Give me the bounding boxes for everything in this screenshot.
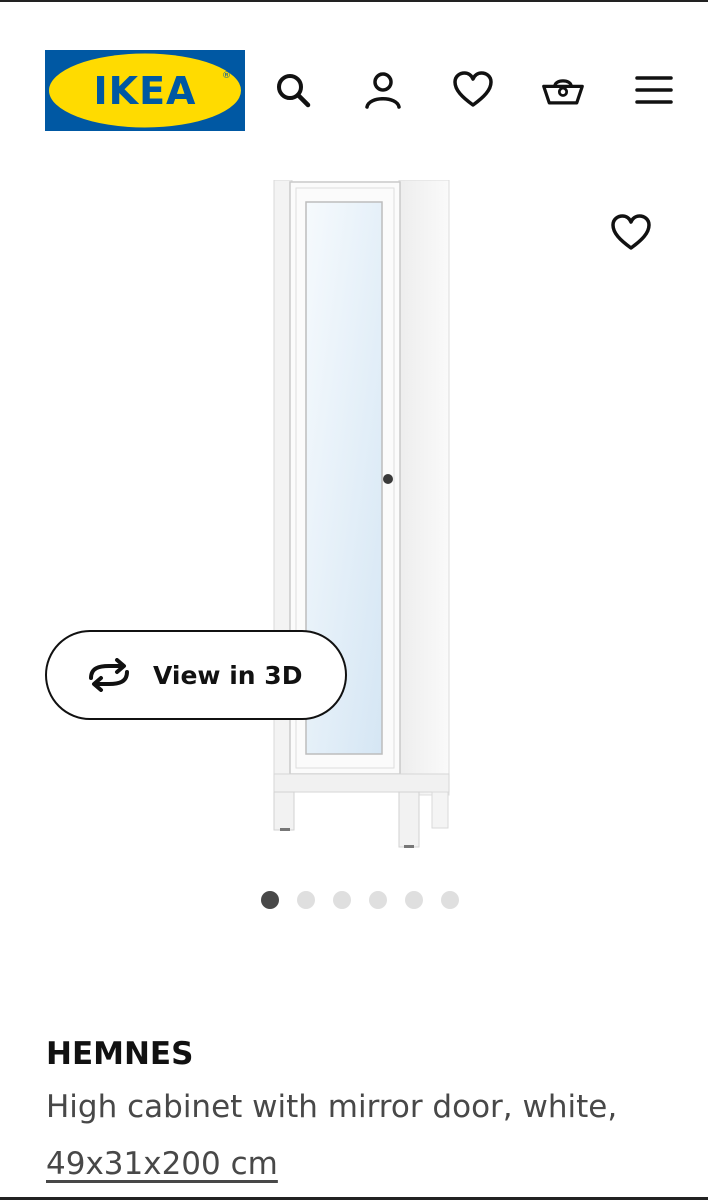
pagination-dot-1[interactable]: [261, 891, 279, 909]
pagination-dot-5[interactable]: [405, 891, 423, 909]
image-pagination: [261, 891, 459, 909]
cart-icon[interactable]: [541, 68, 585, 112]
pagination-dot-3[interactable]: [333, 891, 351, 909]
product-description: High cabinet with mirror door, white,: [46, 1089, 618, 1125]
site-header: IKEA ®: [0, 0, 708, 150]
wishlist-icon[interactable]: [451, 68, 495, 112]
product-gallery[interactable]: View in 3D: [0, 150, 708, 930]
pagination-dot-4[interactable]: [369, 891, 387, 909]
product-name: HEMNES: [46, 1036, 194, 1072]
account-icon[interactable]: [361, 68, 405, 112]
view-in-3d-button[interactable]: View in 3D: [45, 630, 347, 720]
logo-wordmark: IKEA: [93, 68, 197, 113]
pagination-dot-2[interactable]: [297, 891, 315, 909]
menu-icon[interactable]: [632, 68, 676, 112]
rotate-3d-icon: [85, 658, 133, 692]
product-dimensions-link[interactable]: 49x31x200 cm: [46, 1136, 278, 1192]
logo-registered-mark: ®: [222, 71, 231, 81]
product-summary: HEMNES High cabinet with mirror door, wh…: [46, 1030, 686, 1192]
ikea-logo[interactable]: IKEA ®: [45, 50, 245, 131]
favourite-button[interactable]: [606, 208, 656, 258]
product-image[interactable]: [268, 179, 458, 855]
heart-icon: [611, 214, 651, 250]
search-icon[interactable]: [271, 68, 315, 112]
view-in-3d-label: View in 3D: [153, 660, 303, 690]
pagination-dot-6[interactable]: [441, 891, 459, 909]
